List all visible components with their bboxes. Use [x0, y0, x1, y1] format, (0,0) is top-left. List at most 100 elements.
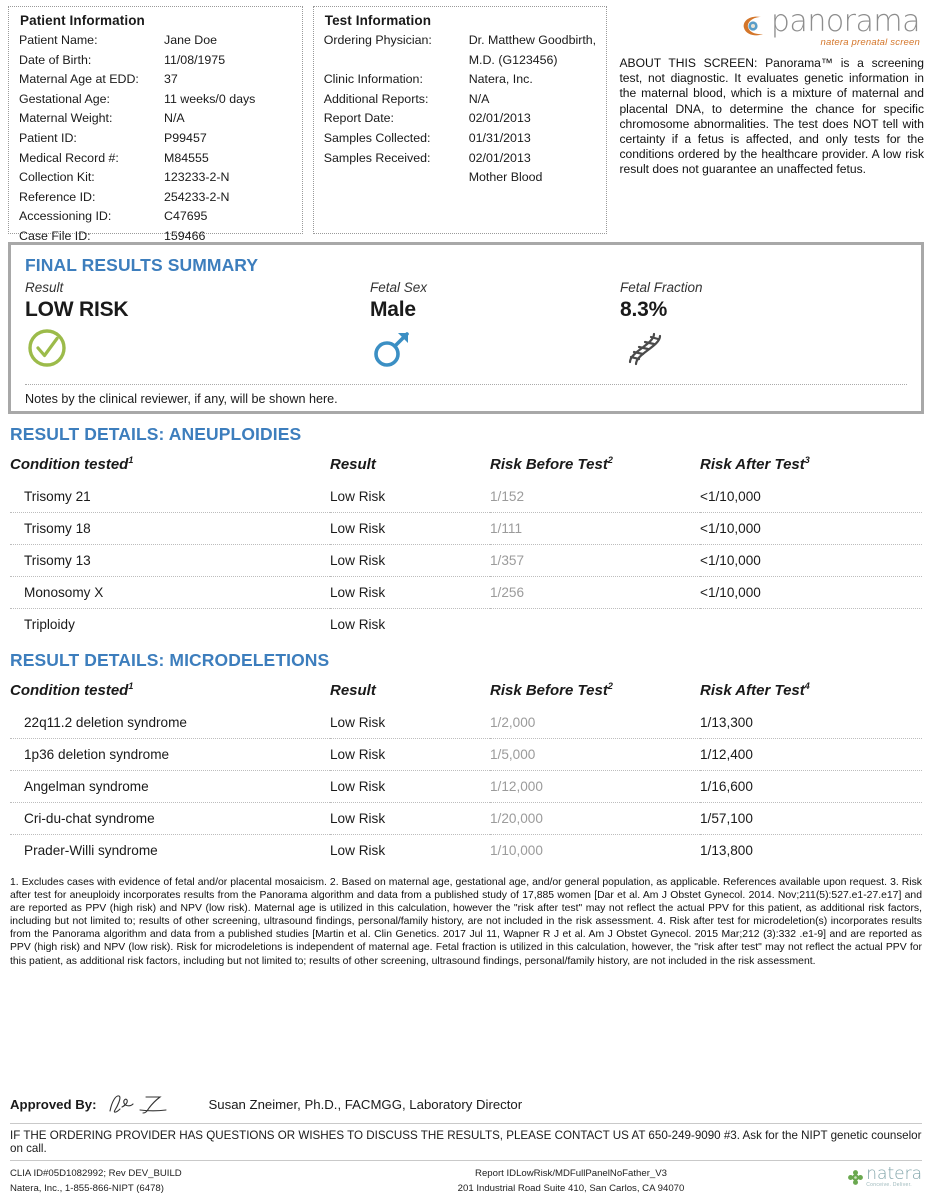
- patient-info-row: Gestational Age: 11 weeks/0 days: [19, 90, 294, 110]
- header-risk-after: Risk After Test3: [700, 455, 810, 473]
- patient-info-value: 123233-2-N: [164, 170, 230, 185]
- test-info-value: 02/01/2013: [468, 111, 531, 126]
- cell-risk-after: [700, 609, 922, 641]
- cell-condition: Angelman syndrome: [10, 770, 330, 803]
- cell-condition: Trisomy 18: [10, 512, 330, 545]
- aneuploidies-heading: RESULT DETAILS: ANEUPLOIDIES: [10, 424, 302, 444]
- test-info-label: Samples Collected:: [323, 130, 431, 145]
- cell-risk-before: 1/20,000: [490, 802, 700, 835]
- cell-condition: 1p36 deletion syndrome: [10, 738, 330, 771]
- test-info-row: Additional Reports: N/A: [324, 90, 599, 110]
- table-row: Trisomy 21 Low Risk 1/152 <1/10,000: [10, 481, 922, 513]
- cell-condition: Triploidy: [24, 617, 75, 632]
- final-results-summary-box: FINAL RESULTS SUMMARY Result LOW RISK Fe…: [8, 242, 924, 414]
- table-row: Monosomy X Low Risk 1/256 <1/10,000: [10, 576, 922, 609]
- patient-info-row: Patient ID: P99457: [19, 129, 294, 149]
- cell-condition: Cri-du-chat syndrome: [10, 802, 330, 835]
- patient-info-label: Gestational Age:: [19, 91, 110, 106]
- cell-result: Low Risk: [330, 481, 490, 513]
- summary-heading: FINAL RESULTS SUMMARY: [25, 255, 259, 275]
- test-info-row: Clinic Information: Natera, Inc.: [324, 70, 599, 90]
- patient-info-label: Reference ID:: [19, 189, 96, 204]
- patient-info-value: C47695: [164, 209, 208, 224]
- cell-result: Low Risk: [330, 544, 490, 577]
- header-risk-before: Risk Before Test2: [490, 455, 613, 473]
- cell-result: Low Risk: [330, 770, 490, 803]
- test-info-value: 02/01/2013: [468, 150, 531, 165]
- table-row: Angelman syndrome Low Risk 1/12,000 1/16,60…: [10, 770, 922, 803]
- patient-info-label: Maternal Age at EDD:: [19, 72, 139, 87]
- patient-info-row: Maternal Weight: N/A: [19, 109, 294, 129]
- table-header-row: Condition tested1 Result Risk Before Tes…: [10, 449, 922, 481]
- report-id: Report IDLowRisk/MDFullPanelNoFather_V3: [475, 1168, 667, 1179]
- test-info-label: Ordering Physician:: [323, 33, 432, 47]
- approved-by-row: Approved By: Susan Zneimer, Ph.D., FACMG…: [10, 1091, 922, 1121]
- cell-risk-before: [490, 609, 700, 641]
- cell-risk-after: 1/57,100: [700, 802, 922, 835]
- footnotes-text: 1. Excludes cases with evidence of fetal…: [10, 877, 922, 967]
- summary-fetal-fraction-column: Fetal Fraction 8.3%: [620, 280, 870, 370]
- cell-result: Low Risk: [330, 738, 490, 771]
- fetal-sex-label: Fetal Sex: [370, 280, 428, 295]
- patient-info-label: Patient Name:: [19, 33, 98, 47]
- panorama-tagline: natera prenatal screen: [820, 36, 921, 48]
- test-info-label: [324, 168, 469, 188]
- table-row: Trisomy 13 Low Risk 1/357 <1/10,000: [10, 544, 922, 577]
- cell-condition: Monosomy X: [10, 576, 330, 609]
- patient-info-row: Accessioning ID: C47695: [19, 207, 294, 227]
- patient-info-row: Maternal Age at EDD: 37: [19, 70, 294, 90]
- cell-risk-before: 1/357: [490, 544, 700, 577]
- panorama-logo: panorama natera prenatal screen: [619, 6, 924, 48]
- test-info-row: Samples Received: 02/01/2013: [324, 149, 599, 169]
- test-info-row: Mother Blood: [324, 168, 599, 188]
- patient-info-row: Medical Record #: M84555: [19, 149, 294, 169]
- cell-result: Low Risk: [330, 802, 490, 835]
- fetal-fraction-value: 8.3%: [620, 298, 668, 321]
- cell-risk-before: 1/256: [490, 576, 700, 609]
- panorama-logo-text: panorama natera prenatal screen: [770, 3, 921, 48]
- natera-tagline: Conceive. Deliver.: [866, 1182, 912, 1188]
- aneuploidies-rows: Trisomy 21 Low Risk 1/152 <1/10,000 Trisomy …: [10, 481, 922, 640]
- panorama-wordmark: panorama: [770, 3, 921, 39]
- footer-details: CLIA ID#05D1082992; Rev DEV_BUILD Natera…: [10, 1161, 922, 1196]
- clia-id: CLIA ID#05D1082992; Rev DEV_BUILD: [10, 1168, 182, 1179]
- natera-wordmark-block: natera Conceive. Deliver.: [866, 1166, 922, 1188]
- cell-result: Low Risk: [330, 617, 386, 632]
- test-info-label: Additional Reports:: [323, 91, 429, 106]
- patient-info-row: Date of Birth: 11/08/1975: [19, 51, 294, 71]
- microdeletions-section: RESULT DETAILS: MICRODELETIONS Condition…: [10, 650, 922, 866]
- test-information-panel: Test Information Ordering Physician: Dr. …: [312, 6, 608, 234]
- patient-panel-title: Patient Information: [20, 13, 145, 28]
- cell-condition: Prader-Willi syndrome: [24, 843, 158, 858]
- approved-by-label: Approved By:: [10, 1096, 97, 1112]
- table-row: Trisomy 18 Low Risk 1/111 <1/10,000: [10, 512, 922, 545]
- table-row: 22q11.2 deletion syndrome Low Risk 1/2,000…: [10, 707, 922, 739]
- cell-risk-before: 1/12,000: [490, 770, 700, 803]
- patient-information-panel: Patient Information Patient Name: Jane Do…: [8, 6, 303, 243]
- microdeletions-rows: 22q11.2 deletion syndrome Low Risk 1/2,000…: [10, 707, 922, 866]
- cell-condition: 22q11.2 deletion syndrome: [10, 707, 330, 739]
- table-row: Cri-du-chat syndrome Low Risk 1/20,000 1/57…: [10, 802, 922, 835]
- cell-result: Low Risk: [330, 512, 490, 545]
- approver-name: Susan Zneimer, Ph.D., FACMGG, Laboratory…: [208, 1096, 523, 1112]
- table-header-row: Condition tested1 Result Risk Before Tes…: [10, 675, 922, 707]
- test-info-label: Clinic Information:: [323, 72, 423, 87]
- header-risk-after: Risk After Test4: [700, 681, 810, 699]
- cell-risk-after: 1/16,600: [700, 770, 922, 803]
- table-row: Triploidy Low Risk: [10, 609, 922, 641]
- patient-info-row: Patient Name: Jane Doe: [19, 31, 294, 51]
- summary-result-column: Result LOW RISK: [25, 280, 370, 370]
- patient-info-value: P99457: [164, 130, 207, 145]
- green-check-circle-icon: [25, 326, 69, 370]
- cell-result: Low Risk: [330, 843, 386, 858]
- test-panel-title: Test Information: [324, 13, 432, 28]
- report-page: Patient Information Patient Name: Jane Do…: [0, 0, 932, 1200]
- test-info-value: 01/31/2013: [468, 130, 531, 145]
- summary-columns: Result LOW RISK Fetal Sex Male Fetal Fra…: [25, 280, 907, 370]
- patient-info-label: Collection Kit:: [19, 170, 95, 185]
- cell-risk-before: 1/10,000: [490, 843, 543, 858]
- fetal-sex-value: Male: [370, 298, 416, 321]
- microdeletions-heading: RESULT DETAILS: MICRODELETIONS: [10, 650, 330, 670]
- cell-risk-after: <1/10,000: [700, 576, 922, 609]
- patient-info-value: 11/08/1975: [164, 52, 226, 67]
